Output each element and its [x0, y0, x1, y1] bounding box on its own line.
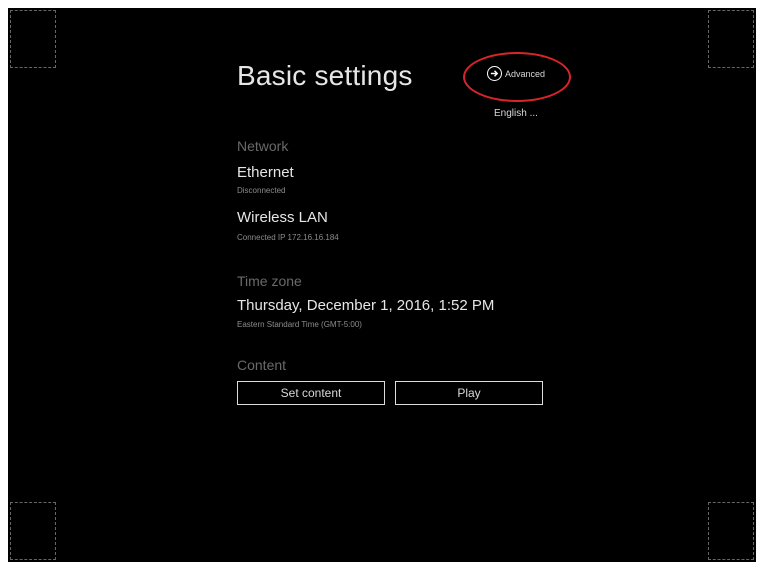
advanced-button[interactable]: Advanced — [487, 66, 545, 81]
advanced-label: Advanced — [505, 68, 546, 79]
arrow-right-icon — [487, 66, 502, 81]
set-content-button[interactable]: Set content — [237, 381, 385, 405]
language-selector[interactable]: English ... — [494, 108, 538, 119]
network-heading: Network — [237, 138, 289, 154]
ethernet-status: Disconnected — [237, 186, 286, 195]
wireless-lan-status: Connected IP 172.16.16.184 — [237, 233, 339, 242]
corner-marker-top-left — [10, 10, 56, 68]
corner-marker-top-right — [708, 10, 754, 68]
timezone-heading: Time zone — [237, 273, 302, 289]
page-title: Basic settings — [237, 60, 413, 91]
corner-marker-bottom-right — [708, 502, 754, 560]
ethernet-item[interactable]: Ethernet — [237, 164, 294, 181]
wireless-lan-item[interactable]: Wireless LAN — [237, 209, 328, 226]
play-button[interactable]: Play — [395, 381, 543, 405]
datetime-item[interactable]: Thursday, December 1, 2016, 1:52 PM — [237, 297, 494, 314]
corner-marker-bottom-left — [10, 502, 56, 560]
content-heading: Content — [237, 357, 287, 373]
timezone-value: Eastern Standard Time (GMT-5:00) — [237, 320, 362, 329]
